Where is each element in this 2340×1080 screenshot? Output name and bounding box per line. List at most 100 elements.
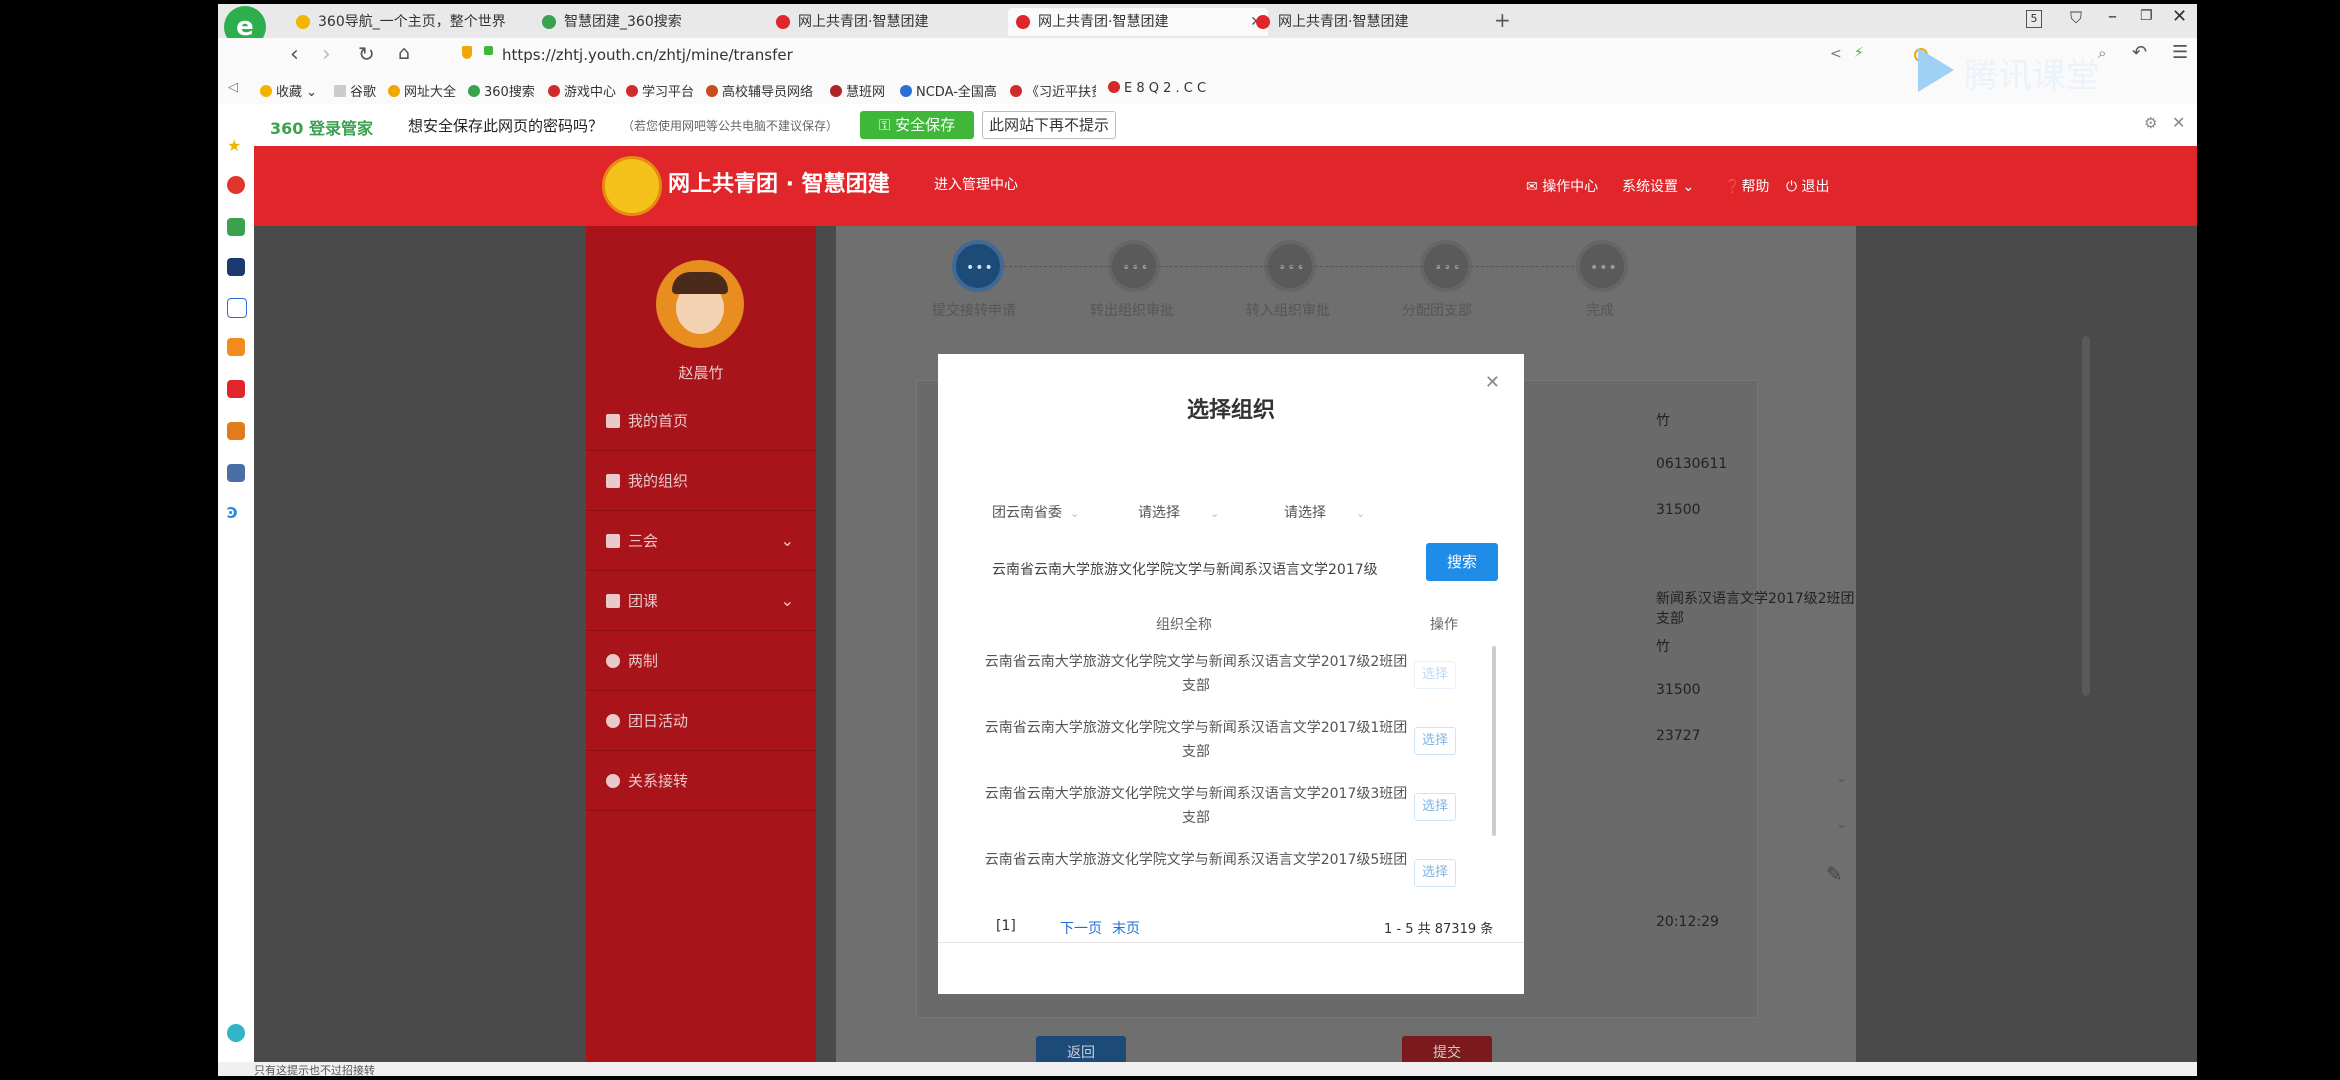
last-page-link[interactable]: 末页 — [1112, 921, 1140, 937]
close-bar-icon[interactable]: ✕ — [2172, 113, 2185, 132]
nav-home[interactable]: 我的首页 — [586, 392, 816, 451]
bookmark-study[interactable]: 学习平台 — [626, 81, 694, 100]
bookmark-huiban[interactable]: 慧班网 — [830, 81, 885, 100]
nav-activities[interactable]: 团日活动 — [586, 692, 816, 751]
chevron-down-icon: ⌄ — [780, 591, 794, 610]
bookmark-google[interactable]: 谷歌 — [334, 81, 376, 100]
never-prompt-button[interactable]: 此网站下再不提示 — [982, 111, 1116, 139]
pager-current[interactable]: [1] — [996, 918, 1016, 934]
game-icon — [548, 85, 560, 97]
password-note: （若您使用网吧等公共电脑不建议保存） — [622, 119, 839, 133]
app-icon-3[interactable] — [227, 380, 245, 398]
org-search-input[interactable]: 云南省云南大学旅游文化学院文学与新闻系汉语言文学2017级 — [992, 554, 1402, 586]
close-window-icon[interactable]: ✕ — [2172, 6, 2187, 27]
bookmark-360search[interactable]: 360搜索 — [468, 81, 535, 100]
share-icon[interactable]: < — [1830, 46, 1842, 62]
new-tab-icon[interactable]: + — [1494, 8, 1511, 32]
form-value-8: 20:12:29 — [1656, 914, 1719, 930]
next-page-link[interactable]: 下一页 — [1060, 921, 1102, 937]
tab-1[interactable]: 360导航_一个主页，整个世界 — [288, 8, 538, 36]
safe-save-button[interactable]: ⚿ 安全保存 — [860, 111, 974, 139]
select-level-2[interactable]: 请选择 ⌄ — [1138, 502, 1219, 522]
bookmark-favorites[interactable]: 收藏 ⌄ — [260, 81, 317, 100]
tab-3[interactable]: 网上共青团·智慧团建 — [768, 8, 998, 36]
nav-my-org[interactable]: 我的组织 — [586, 452, 816, 511]
undo-icon[interactable]: ↶ — [2132, 42, 2147, 63]
tab-title: 360导航_一个主页，整个世界 — [318, 14, 506, 30]
header-operations[interactable]: ✉ 操作中心 — [1526, 176, 1598, 196]
page-scrollbar[interactable] — [2082, 336, 2090, 696]
search-button[interactable]: 搜索 — [1426, 543, 1498, 581]
step-label-2: 转出组织审批 — [1090, 303, 1174, 319]
app-icon-4[interactable] — [227, 464, 245, 482]
select-button[interactable]: 选择 — [1414, 859, 1456, 887]
tab-4-active[interactable]: 网上共青团·智慧团建 ✕ — [1008, 8, 1268, 36]
pager-next[interactable]: 下一页 — [1060, 918, 1102, 938]
users-icon — [606, 474, 620, 488]
app-icon-5[interactable]: Ͽ — [227, 504, 245, 522]
reload-icon[interactable]: ↻ — [358, 42, 375, 66]
game-app-icon[interactable] — [227, 422, 245, 440]
nav-transfer[interactable]: 关系接转 — [586, 752, 816, 811]
restore-icon[interactable]: ❐ — [2140, 8, 2153, 24]
mail-icon[interactable] — [227, 218, 245, 236]
back-icon[interactable]: ‹ — [290, 42, 299, 67]
select-button[interactable]: 选择 — [1414, 793, 1456, 821]
bookmark-hao[interactable]: 网址大全 — [388, 81, 456, 100]
user-name: 赵晨竹 — [678, 364, 724, 382]
select-button[interactable]: 选择 — [1414, 661, 1456, 689]
select-button[interactable]: 选择 — [1414, 727, 1456, 755]
form-value-3: 31500 — [1656, 502, 1701, 518]
doc-icon[interactable] — [227, 298, 247, 318]
manage-center-link[interactable]: 进入管理中心 — [934, 174, 1018, 194]
bookmark-ncda[interactable]: NCDA-全国高 — [900, 81, 1000, 100]
select-level-3[interactable]: 请选择 ⌄ — [1284, 502, 1365, 522]
nav-meetings[interactable]: 三会 ⌄ — [586, 512, 816, 571]
step-5: ••• — [1576, 240, 1628, 292]
select-province[interactable]: 团云南省委 ⌄ — [992, 502, 1079, 522]
step-label-5: 完成 — [1586, 303, 1614, 319]
form-value-7: 23727 — [1656, 728, 1701, 744]
menu-icon[interactable]: ☰ — [2172, 42, 2188, 63]
app-icon-2[interactable] — [227, 338, 245, 356]
study-icon — [626, 85, 638, 97]
header-help[interactable]: ❓帮助 — [1724, 176, 1769, 196]
bookmark-games[interactable]: 游戏中心 — [548, 81, 616, 100]
settings-icon[interactable]: ⚙ — [2144, 114, 2157, 132]
favorites-star-icon[interactable]: ★ — [227, 136, 245, 155]
shield-icon — [462, 46, 472, 59]
tab-count-badge[interactable]: 5 — [2026, 10, 2042, 28]
close-icon[interactable]: ✕ — [1485, 372, 1500, 393]
tab-5[interactable]: 网上共青团·智慧团建 — [1248, 8, 1478, 36]
tab-2[interactable]: 智慧团建_360搜索 — [534, 8, 764, 36]
assistant-icon[interactable] — [227, 1024, 245, 1042]
forward-icon[interactable]: › — [322, 42, 331, 67]
url-input[interactable]: https://zhtj.youth.cn/zhtj/mine/transfer — [502, 46, 793, 64]
home-icon[interactable]: ⌂ — [398, 42, 410, 64]
chevron-down-icon[interactable]: ⌄ — [1836, 816, 1848, 832]
org-name: 云南省云南大学旅游文化学院文学与新闻系汉语言文学2017级3班团 — [984, 786, 1408, 802]
form-value-5: 竹 — [1656, 639, 1670, 655]
shirt-icon[interactable]: ⛉ — [2070, 8, 2082, 28]
edit-pen-icon[interactable]: ✎ — [1826, 862, 1843, 886]
nav-lessons[interactable]: 团课 ⌄ — [586, 572, 816, 631]
tab-favicon-icon — [296, 15, 310, 29]
nav-two-systems[interactable]: 两制 — [586, 632, 816, 691]
column-header-action: 操作 — [1430, 617, 1458, 633]
tab-title: 网上共青团·智慧团建 — [1278, 14, 1409, 30]
bookmark-counselor[interactable]: 高校辅导员网络 — [706, 81, 826, 100]
header-logout[interactable]: ⏻ 退出 — [1786, 176, 1830, 196]
chevron-down-icon[interactable]: ⌄ — [1836, 770, 1848, 786]
minimize-icon[interactable]: – — [2108, 6, 2117, 27]
list-scrollbar[interactable] — [1492, 646, 1496, 836]
pager-last[interactable]: 末页 — [1112, 918, 1140, 938]
app-icon-1[interactable] — [227, 258, 245, 276]
lightning-icon[interactable]: ⚡ — [1854, 45, 1864, 61]
bookmark-e8q2[interactable]: E 8 Q 2 . C C — [1108, 81, 1206, 96]
org-name-cont: 支部 — [1182, 744, 1210, 760]
sidebar-toggle-icon[interactable]: ◁ — [228, 80, 238, 95]
org-name-cont: 支部 — [1182, 678, 1210, 694]
header-settings[interactable]: 系统设置 ⌄ — [1622, 176, 1694, 196]
weibo-icon[interactable] — [227, 176, 245, 194]
bookmark-poverty[interactable]: 《习近平扶贫 — [1010, 81, 1096, 100]
